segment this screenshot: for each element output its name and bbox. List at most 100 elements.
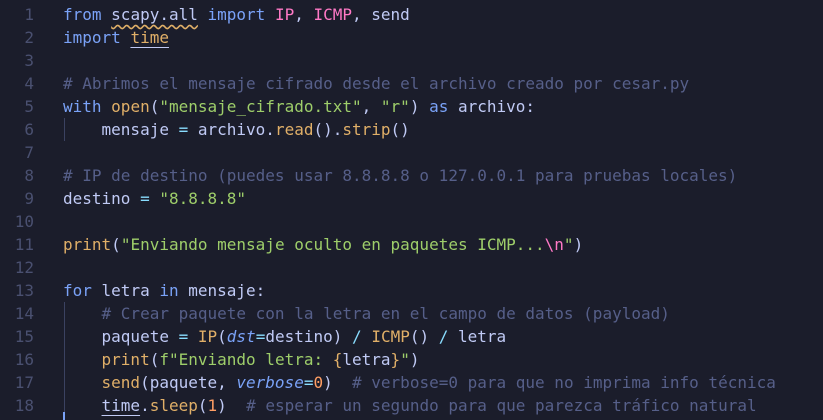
code-token: = [178, 120, 189, 139]
code-token: ( [197, 396, 208, 415]
code-text[interactable]: # IP de destino (puedes usar 8.8.8.8 o 1… [63, 164, 737, 187]
code-line[interactable]: 11 print("Enviando mensaje oculto en paqu… [0, 233, 823, 256]
code-text[interactable]: paquete = IP(dst=destino) / ICMP() / let… [63, 325, 507, 348]
code-token: (paquete, [140, 373, 237, 392]
code-token: as [429, 97, 449, 116]
code-line[interactable]: 14 # Crear paquete con la letra en el ca… [0, 302, 823, 325]
code-line[interactable]: 12 [0, 256, 823, 279]
code-token: ( [217, 327, 227, 346]
code-text[interactable]: print(f"Enviando letra: {letra}") [63, 348, 420, 371]
code-token: destino) [265, 327, 353, 346]
line-number: 1 [24, 5, 34, 24]
code-token: import [63, 28, 131, 47]
code-token: () [390, 120, 410, 139]
code-token: ( [149, 97, 160, 116]
code-line[interactable]: 8 # IP de destino (puedes usar 8.8.8.8 o … [0, 164, 823, 187]
code-text[interactable]: from scapy.all import IP, ICMP, send [63, 3, 410, 26]
code-line[interactable]: 6 mensaje = archivo.read().strip() [0, 118, 823, 141]
code-token: / [352, 327, 362, 346]
code-token: import [197, 5, 275, 24]
code-token: (). [313, 120, 343, 139]
text-cursor [63, 412, 65, 420]
line-number: 17 [14, 373, 34, 392]
code-token: 1 [207, 396, 218, 415]
code-editor[interactable]: 1 from scapy.all import IP, ICMP, send 2 im… [0, 0, 823, 420]
code-token: strip [342, 120, 391, 139]
code-line[interactable]: 15 paquete = IP(dst=destino) / ICMP() / … [0, 325, 823, 348]
code-line[interactable]: 17 send(paquete, verbose=0) # verbose=0 … [0, 371, 823, 394]
code-line[interactable]: 10 [0, 210, 823, 233]
line-number: 7 [24, 143, 34, 162]
code-token: print [101, 350, 150, 369]
code-token: time [130, 28, 169, 47]
code-token: " [563, 235, 574, 254]
code-token: = [140, 189, 150, 208]
code-token: IP [274, 5, 295, 24]
code-text[interactable]: mensaje = archivo.read().strip() [63, 118, 410, 141]
code-token: destino [63, 189, 141, 208]
code-text[interactable]: # Crear paquete con la letra en el campo… [63, 302, 670, 325]
code-token: ( [111, 235, 121, 254]
code-token: mensaje [63, 120, 179, 139]
code-line[interactable]: 4 # Abrimos el mensaje cifrado desde el a… [0, 72, 823, 95]
code-text[interactable]: # Abrimos el mensaje cifrado desde el ar… [63, 72, 689, 95]
code-token: read [274, 120, 314, 139]
code-token: from [63, 5, 112, 24]
line-number: 16 [14, 350, 34, 369]
code-token: "Enviando mensaje oculto en paquetes ICM… [120, 235, 545, 254]
code-token: send [101, 373, 141, 392]
code-token: print [63, 235, 112, 254]
code-token: mensaje: [178, 281, 266, 300]
line-number: 6 [24, 120, 34, 139]
code-text[interactable]: destino = "8.8.8.8" [63, 187, 246, 210]
code-text[interactable]: import time [63, 26, 169, 49]
line-number: 9 [24, 189, 34, 208]
code-token: ) [573, 235, 584, 254]
line-number: 15 [14, 327, 34, 346]
code-token: } [390, 350, 401, 369]
code-line[interactable]: 7 [0, 141, 823, 164]
code-token: () [409, 327, 439, 346]
code-token: 0 [313, 373, 324, 392]
code-text[interactable]: print("Enviando mensaje oculto en paquet… [63, 233, 583, 256]
code-token: , send [352, 5, 410, 24]
code-line[interactable]: 13 for letra in mensaje: [0, 279, 823, 302]
code-line[interactable]: 18 time.sleep(1) # esperar un segundo pa… [0, 394, 823, 417]
code-line[interactable]: 3 [0, 49, 823, 72]
code-token: # verbose=0 para que no imprima info téc… [352, 373, 776, 392]
code-token: ) [217, 396, 247, 415]
code-token: ) [409, 350, 420, 369]
line-number: 5 [24, 97, 34, 116]
code-token: "8.8.8.8" [159, 189, 247, 208]
code-token: letra [448, 327, 507, 346]
code-token: ICMP [371, 327, 410, 346]
line-number: 12 [14, 258, 34, 277]
code-text[interactable]: time.sleep(1) # esperar un segundo para … [63, 394, 757, 417]
code-token: for [63, 281, 92, 300]
code-token: time [101, 396, 141, 415]
code-token: # Abrimos el mensaje cifrado desde el ar… [63, 74, 690, 93]
code-token: scapy.all [111, 5, 198, 24]
code-token: = [255, 327, 266, 346]
code-token: / [438, 327, 449, 346]
code-line[interactable]: 16 print(f"Enviando letra: {letra}") [0, 348, 823, 371]
code-token: dst [226, 327, 256, 346]
code-line[interactable]: 1 from scapy.all import IP, ICMP, send [0, 3, 823, 26]
code-text[interactable]: for letra in mensaje: [63, 279, 265, 302]
code-token: # esperar un segundo para que parezca tr… [246, 396, 757, 415]
code-token: ) [409, 97, 430, 116]
code-line[interactable]: 9 destino = "8.8.8.8" [0, 187, 823, 210]
code-token: letra [91, 281, 160, 300]
code-token: , [361, 97, 381, 116]
code-line[interactable]: 2 import time [0, 26, 823, 49]
code-token: IP [197, 327, 218, 346]
code-token: , [294, 5, 314, 24]
code-text[interactable]: send(paquete, verbose=0) # verbose=0 par… [63, 371, 776, 394]
code-token: verbose [236, 373, 304, 392]
line-number: 14 [14, 304, 34, 323]
code-line[interactable]: 5 with open("mensaje_cifrado.txt", "r") a… [0, 95, 823, 118]
line-number: 3 [24, 51, 34, 70]
code-text[interactable]: with open("mensaje_cifrado.txt", "r") as… [63, 95, 535, 118]
